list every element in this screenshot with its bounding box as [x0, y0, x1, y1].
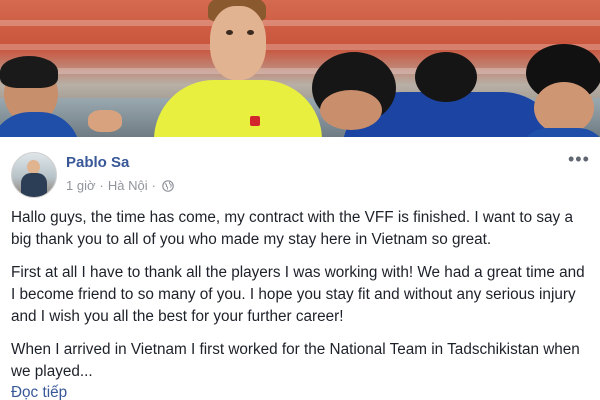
player-hands [88, 110, 122, 132]
meta-separator: · [99, 178, 104, 193]
more-horizontal-icon[interactable]: ••• [568, 150, 590, 168]
author-name[interactable]: Pablo Sa [66, 154, 129, 171]
stadium-stand-row [0, 44, 600, 50]
post-location[interactable]: Hà Nội [108, 178, 148, 193]
stadium-stand-row [0, 68, 600, 74]
post-meta: 1 giờ · Hà Nội · [66, 178, 174, 193]
stadium-stand-row [0, 20, 600, 26]
globe-icon[interactable] [162, 179, 174, 192]
post-paragraph: When I arrived in Vietnam I first worked… [11, 341, 580, 380]
author-avatar[interactable] [11, 152, 57, 198]
post-photo[interactable] [0, 0, 600, 137]
meta-separator: · [151, 178, 156, 193]
post-body: Hallo guys, the time has come, my contra… [11, 207, 591, 400]
post-paragraph: Hallo guys, the time has come, my contra… [11, 209, 573, 248]
post-paragraph: First at all I have to thank all the pla… [11, 264, 585, 325]
player-back-head [415, 52, 477, 102]
facebook-post: Pablo Sa 1 giờ · Hà Nội · ••• Hallo guys… [0, 0, 600, 400]
see-more-link[interactable]: Đọc tiếp [11, 383, 591, 400]
post-time[interactable]: 1 giờ [66, 178, 96, 193]
